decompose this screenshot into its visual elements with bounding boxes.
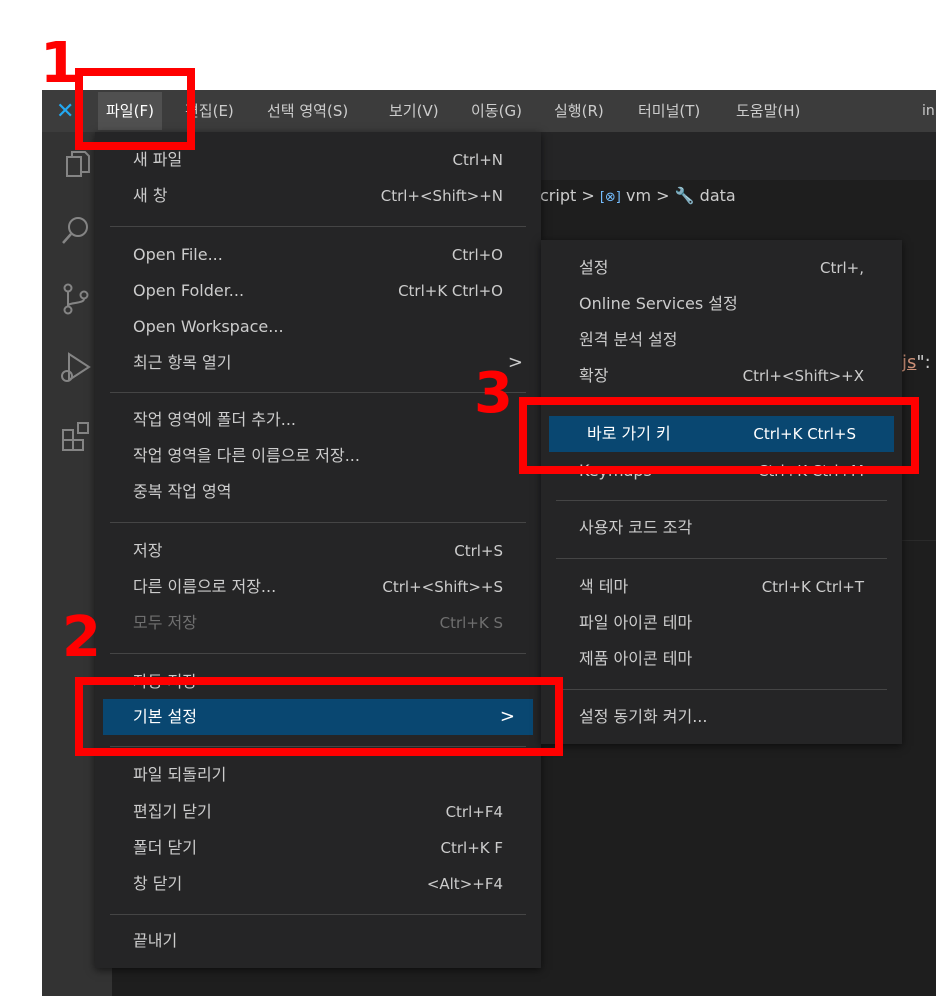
menu-separator: [110, 653, 526, 654]
breadcrumb-vm[interactable]: vm: [626, 186, 651, 205]
menu-item-file-icon-theme[interactable]: 파일 아이콘 테마: [541, 605, 902, 641]
wrench-icon: 🔧: [674, 186, 695, 205]
menu-item-settings[interactable]: 설정 Ctrl+,: [541, 250, 902, 286]
menu-item-online-services[interactable]: Online Services 설정: [541, 286, 902, 322]
code-string: js: [902, 352, 917, 373]
breadcrumb-separator: >: [581, 186, 595, 205]
file-menu: 새 파일 Ctrl+N 새 창 Ctrl+<Shift>+N Open File..…: [95, 132, 541, 968]
menu-item-open-workspace[interactable]: Open Workspace...: [95, 309, 541, 345]
menu-separator: [556, 558, 887, 559]
breadcrumb-data[interactable]: data: [700, 186, 736, 205]
menu-go[interactable]: 이동(G): [471, 90, 522, 132]
menu-item-save-as[interactable]: 다른 이름으로 저장... Ctrl+<Shift>+S: [95, 569, 541, 605]
menu-item-duplicate-workspace[interactable]: 중복 작업 영역: [95, 474, 541, 510]
breadcrumb-separator: >: [656, 186, 670, 205]
source-control-icon[interactable]: [59, 282, 93, 316]
menu-help[interactable]: 도움말(H): [736, 90, 800, 132]
menu-item-save-workspace-as[interactable]: 작업 영역을 다른 이름으로 저장...: [95, 438, 541, 474]
preferences-submenu: 설정 Ctrl+, Online Services 설정 원격 분석 설정 확장 C…: [541, 240, 902, 744]
breadcrumb-script[interactable]: cript: [540, 186, 576, 205]
run-debug-icon[interactable]: [59, 350, 93, 384]
menu-separator: [110, 392, 526, 393]
menu-item-extensions[interactable]: 확장 Ctrl+<Shift>+X: [541, 358, 902, 394]
highlight-box-file-menu: [75, 68, 195, 150]
search-icon[interactable]: [59, 214, 93, 248]
step-number-3: 3: [474, 361, 513, 426]
variable-icon: [⊗]: [599, 190, 621, 205]
menu-item-telemetry[interactable]: 원격 분석 설정: [541, 322, 902, 358]
vscode-logo-icon: ✕: [56, 99, 75, 124]
window-title-fragment: in: [922, 103, 935, 119]
menu-item-save[interactable]: 저장 Ctrl+S: [95, 533, 541, 569]
menu-run[interactable]: 실행(R): [554, 90, 604, 132]
menu-item-open-folder[interactable]: Open Folder... Ctrl+K Ctrl+O: [95, 273, 541, 309]
step-number-1: 1: [40, 31, 79, 96]
menu-item-product-icon-theme[interactable]: 제품 아이콘 테마: [541, 641, 902, 677]
code-fragment: js":: [902, 352, 931, 373]
explorer-icon[interactable]: [59, 148, 93, 182]
menu-separator: [556, 500, 887, 501]
menu-separator: [556, 689, 887, 690]
menu-selection[interactable]: 선택 영역(S): [267, 90, 348, 132]
menu-separator: [110, 226, 526, 227]
menu-item-exit[interactable]: 끝내기: [95, 923, 541, 959]
menu-item-revert-file[interactable]: 파일 되돌리기: [95, 757, 541, 793]
extensions-icon[interactable]: [59, 420, 93, 454]
menu-item-close-editor[interactable]: 편집기 닫기 Ctrl+F4: [95, 794, 541, 830]
menu-separator: [110, 522, 526, 523]
code-punctuation: ":: [916, 352, 931, 373]
menu-item-new-window[interactable]: 새 창 Ctrl+<Shift>+N: [95, 178, 541, 214]
menu-item-settings-sync[interactable]: 설정 동기화 켜기...: [541, 699, 902, 735]
menu-item-color-theme[interactable]: 색 테마 Ctrl+K Ctrl+T: [541, 569, 902, 605]
step-number-2: 2: [62, 605, 101, 670]
menu-item-open-file[interactable]: Open File... Ctrl+O: [95, 237, 541, 273]
highlight-box-preferences: [75, 677, 563, 756]
menu-separator: [110, 914, 526, 915]
menu-item-close-window[interactable]: 창 닫기 <Alt>+F4: [95, 866, 541, 902]
menu-item-user-snippets[interactable]: 사용자 코드 조각: [541, 510, 902, 546]
menu-terminal[interactable]: 터미널(T): [638, 90, 700, 132]
menu-item-close-folder[interactable]: 폴더 닫기 Ctrl+K F: [95, 830, 541, 866]
menu-item-save-all: 모두 저장 Ctrl+K S: [133, 613, 503, 632]
breadcrumb[interactable]: cript > [⊗] vm > 🔧 data: [540, 186, 736, 205]
highlight-box-keyboard-shortcuts: [519, 397, 919, 474]
menu-view[interactable]: 보기(V): [389, 90, 439, 132]
